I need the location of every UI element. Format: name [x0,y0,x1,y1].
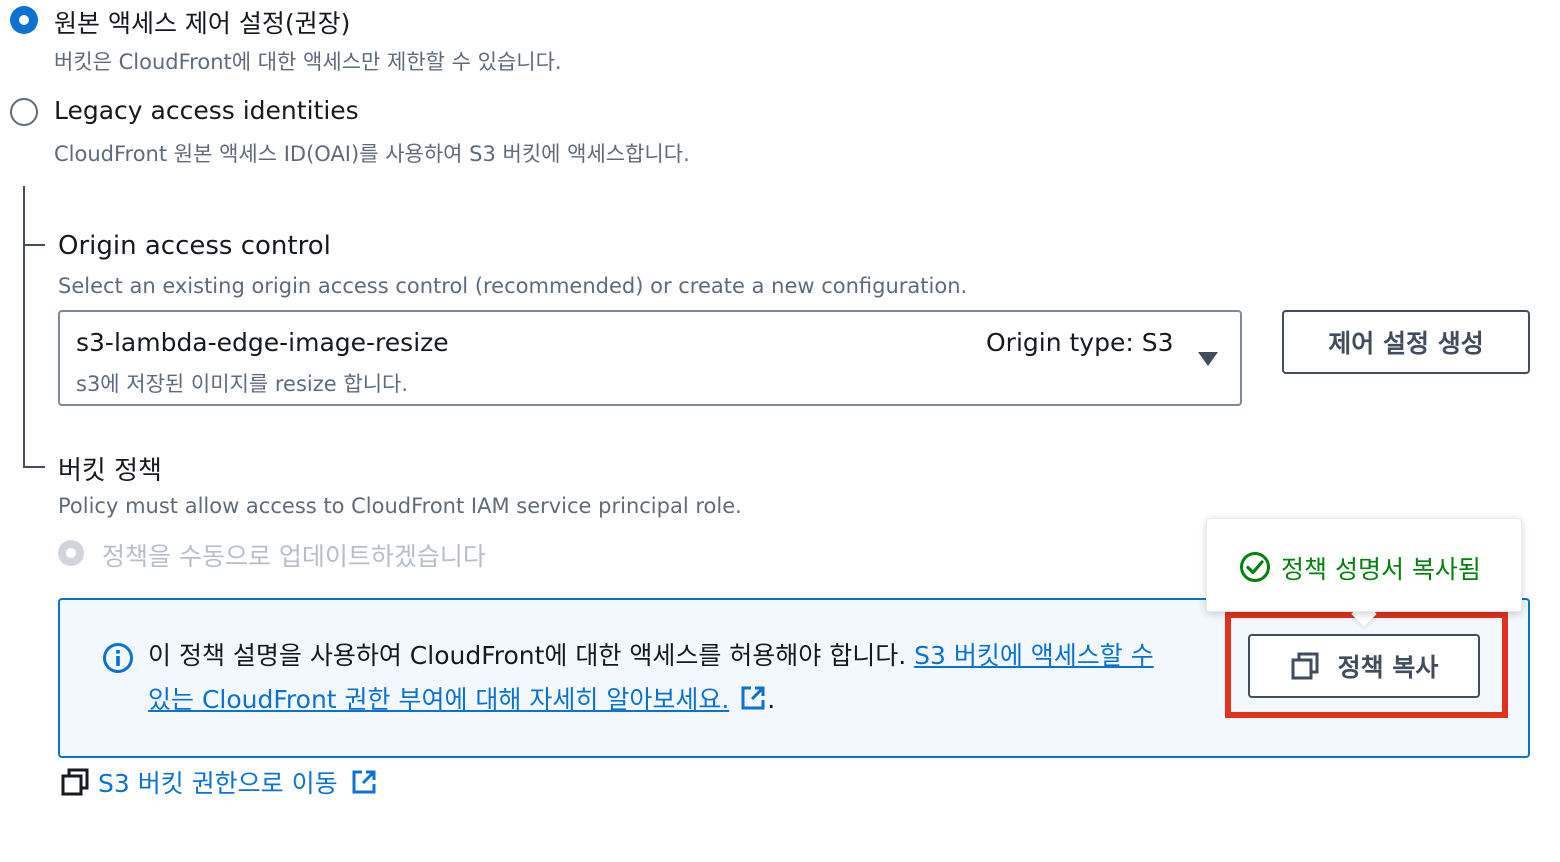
copied-popover: 정책 성명서 복사됨 [1206,518,1522,612]
external-link-icon[interactable] [739,684,767,712]
learn-more-link-line1[interactable]: S3 버킷에 액세스할 수 [914,641,1154,670]
radio-oac-recommended-description: 버킷은 CloudFront에 대한 액세스만 제한할 수 있습니다. [54,50,562,74]
tree-connector-branch-policy [23,466,45,468]
oac-select-origin-type: Origin type: S3 [986,328,1174,357]
radio-legacy-oai[interactable] [10,98,38,126]
bucket-policy-title: 버킷 정책 [58,456,162,486]
radio-oac-recommended-label: 원본 액세스 제어 설정(권장) [54,9,351,38]
go-to-bucket-permissions[interactable]: S3 버킷 권한으로 이동 [60,764,378,800]
oac-select-description: s3에 저장된 이미지를 resize 합니다. [76,372,409,396]
info-icon [103,643,133,673]
radio-manual-update-label: 정책을 수동으로 업데이트하겠습니다 [102,542,486,571]
external-link-icon[interactable] [350,768,378,796]
oac-select-value: s3-lambda-edge-image-resize [76,328,449,357]
tree-connector-branch-oac [23,244,45,246]
policy-info-text: 이 정책 설명을 사용하여 CloudFront에 대한 액세스를 허용해야 합… [148,634,1208,722]
policy-info-text-end: . [767,685,776,714]
create-control-setting-button[interactable]: 제어 설정 생성 [1282,310,1530,374]
bucket-policy-description: Policy must allow access to CloudFront I… [58,494,742,518]
copied-popover-text: 정책 성명서 복사됨 [1281,555,1481,584]
oac-title: Origin access control [58,231,331,261]
oac-description: Select an existing origin access control… [58,274,968,298]
radio-legacy-oai-description: CloudFront 원본 액세스 ID(OAI)를 사용하여 S3 버킷에 액… [54,142,690,166]
tree-connector-vertical [23,186,25,468]
copy-icon [61,768,89,796]
oac-select[interactable]: s3-lambda-edge-image-resize s3에 저장된 이미지를… [58,310,1242,406]
highlight-box [1225,612,1508,718]
learn-more-link-line2[interactable]: 있는 CloudFront 권한 부여에 대해 자세히 알아보세요. [148,685,729,714]
policy-info-text-main: 이 정책 설명을 사용하여 CloudFront에 대한 액세스를 허용해야 합… [148,641,915,670]
go-to-bucket-permissions-label[interactable]: S3 버킷 권한으로 이동 [98,764,338,800]
radio-manual-update [58,540,84,566]
radio-oac-recommended[interactable] [10,6,38,34]
caret-down-icon [1198,352,1218,366]
success-check-icon [1240,552,1270,582]
radio-legacy-oai-label: Legacy access identities [54,96,359,125]
